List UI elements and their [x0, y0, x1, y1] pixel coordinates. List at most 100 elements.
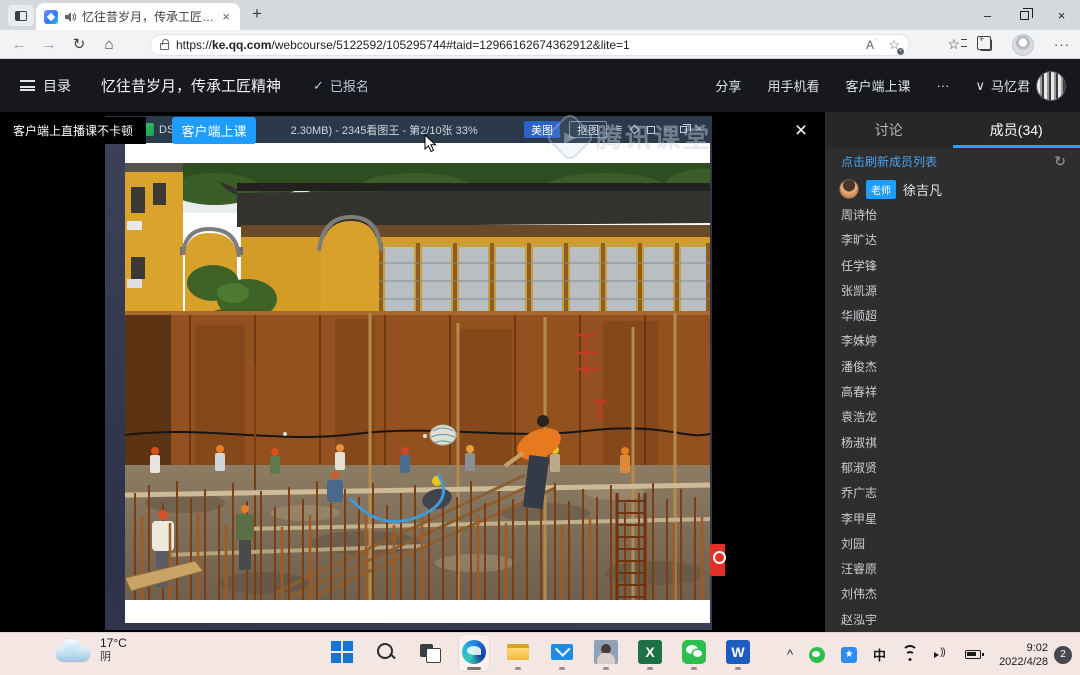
task-view-button[interactable]: [415, 635, 445, 671]
lock-icon: [160, 43, 169, 50]
member-name: 张凯源: [841, 284, 877, 298]
toolbar-right: ☆ ···: [947, 30, 1070, 59]
start-button[interactable]: [327, 635, 357, 671]
shared-screen-window: DSC003 2.30MB) - 2345看图王 - 第2/10张 33% 美图…: [105, 116, 712, 630]
course-title: 忆往昔岁月，传承工匠精神: [101, 75, 281, 96]
refresh-button[interactable]: ↻: [64, 35, 94, 53]
window-close-button[interactable]: ×: [1043, 0, 1080, 30]
tray-star-app-icon[interactable]: ★: [841, 647, 857, 663]
file-explorer-icon: [506, 640, 530, 664]
member-row: 周诗怡: [841, 203, 1080, 228]
tab-audio-icon[interactable]: [64, 11, 76, 23]
forward-button[interactable]: →: [34, 36, 64, 53]
member-panel: 讨论 成员(34) 点击刷新成员列表 ↻ 老师 徐吉凡 周诗怡李旷达任学锋张凯源…: [825, 112, 1080, 632]
chevron-down-icon: ∨: [975, 78, 985, 94]
viewer-tools-icon[interactable]: [630, 125, 640, 135]
url-text[interactable]: https://ke.qq.com/webcourse/5122592/1052…: [176, 38, 859, 52]
volume-icon[interactable]: [934, 649, 949, 661]
user-avatar: [1036, 71, 1066, 101]
taskbar-wechat[interactable]: [679, 635, 709, 671]
browser-toolbar: ← → ↻ ⌂ https://ke.qq.com/webcourse/5122…: [0, 30, 1080, 59]
member-row: 汪睿原: [841, 557, 1080, 582]
restore-icon: [1020, 11, 1029, 20]
member-name: 华顺超: [841, 309, 877, 323]
refresh-icon[interactable]: ↻: [1054, 153, 1066, 170]
battery-icon[interactable]: [965, 650, 981, 659]
member-name: 潘俊杰: [841, 360, 877, 374]
photos-icon: [594, 640, 618, 664]
taskbar-mail[interactable]: [547, 635, 577, 671]
member-name: 刘园: [841, 537, 865, 551]
search-button[interactable]: [371, 635, 401, 671]
browser-profile-avatar[interactable]: [1012, 34, 1034, 56]
catalog-label[interactable]: 目录: [43, 76, 71, 96]
taskbar-photos[interactable]: [591, 635, 621, 671]
window-restore-button[interactable]: [1006, 0, 1043, 30]
client-class-button[interactable]: 客户端上课: [845, 76, 910, 95]
read-aloud-icon[interactable]: Aʾ: [866, 38, 876, 52]
taskbar-word[interactable]: W: [723, 635, 753, 671]
window-controls: – ×: [969, 0, 1080, 30]
tab-actions-button[interactable]: [8, 5, 34, 26]
koutu-button[interactable]: 抠图: [569, 121, 607, 138]
mail-icon: [550, 640, 574, 664]
enrolled-label: 已报名: [330, 76, 369, 95]
refresh-members-link[interactable]: 点击刷新成员列表: [841, 153, 937, 170]
word-icon: W: [726, 640, 750, 664]
favorites-bar-icon[interactable]: ☆: [947, 36, 960, 53]
back-button[interactable]: ←: [4, 36, 34, 53]
viewer-fullscreen-icon[interactable]: [647, 126, 655, 134]
favorite-add-icon[interactable]: ☆•: [888, 37, 900, 53]
collections-icon[interactable]: [980, 39, 992, 51]
member-row: 刘伟杰: [841, 582, 1080, 607]
member-name: 任学锋: [841, 259, 877, 273]
catalog-menu-icon[interactable]: [20, 80, 35, 91]
member-row-teacher: 老师 徐吉凡: [825, 175, 1080, 203]
viewer-menu-icon[interactable]: ≡: [616, 116, 622, 143]
tray-expand-icon[interactable]: ^: [787, 647, 793, 662]
header-more-icon[interactable]: ···: [936, 78, 949, 93]
floating-red-badge[interactable]: [710, 544, 725, 576]
url-bar[interactable]: https://ke.qq.com/webcourse/5122592/1052…: [150, 34, 910, 56]
member-row: 张凯源: [841, 279, 1080, 304]
watch-on-phone-button[interactable]: 用手机看: [767, 76, 819, 95]
member-row: 乔广志: [841, 481, 1080, 506]
member-name: 高春祥: [841, 385, 877, 399]
tab-close-icon[interactable]: ×: [220, 9, 232, 24]
tray-wechat-icon[interactable]: [809, 647, 825, 663]
member-row: 袁浩龙: [841, 405, 1080, 430]
viewer-minimize-icon[interactable]: –: [664, 116, 670, 143]
ime-indicator[interactable]: 中: [873, 645, 886, 664]
new-tab-button[interactable]: +: [252, 4, 262, 24]
member-row: 李姝婷: [841, 329, 1080, 354]
check-icon: ✓: [313, 78, 324, 94]
window-minimize-button[interactable]: –: [969, 0, 1006, 30]
home-button[interactable]: ⌂: [94, 36, 124, 53]
tab-discussion[interactable]: 讨论: [825, 112, 953, 148]
browser-menu-icon[interactable]: ···: [1054, 37, 1070, 52]
taskbar-excel[interactable]: X: [635, 635, 665, 671]
viewer-close-icon[interactable]: ×: [696, 116, 702, 143]
viewer-restore-icon[interactable]: [680, 126, 687, 133]
notification-badge[interactable]: 2: [1054, 646, 1072, 664]
clock[interactable]: 9:02 2022/4/28: [999, 641, 1048, 669]
browser-tab[interactable]: 忆往昔岁月，传承工匠精神 ×: [36, 3, 240, 30]
tab-members[interactable]: 成员(34): [953, 112, 1080, 148]
client-class-cta-button[interactable]: 客户端上课: [172, 117, 256, 144]
teacher-badge: 老师: [866, 180, 896, 199]
member-name: 杨淑祺: [841, 436, 877, 450]
member-name: 李甲星: [841, 512, 877, 526]
taskbar-edge[interactable]: [459, 635, 489, 671]
browser-tabstrip: 忆往昔岁月，传承工匠精神 × + – ×: [0, 0, 1080, 30]
user-menu[interactable]: ∨ 马忆君: [975, 71, 1066, 101]
mouse-cursor: [424, 134, 439, 154]
video-player[interactable]: DSC003 2.30MB) - 2345看图王 - 第2/10张 33% 美图…: [0, 112, 825, 632]
tray-time: 9:02: [1027, 642, 1048, 654]
wifi-icon[interactable]: [902, 649, 918, 661]
system-tray: ^ ★ 中 9:02 2022/4/28 2: [779, 633, 1080, 675]
meitu-button[interactable]: 美图: [524, 121, 560, 138]
promo-close-icon[interactable]: ×: [788, 118, 814, 144]
construction-photo: [125, 163, 710, 600]
share-button[interactable]: 分享: [715, 76, 741, 95]
taskbar-file-explorer[interactable]: [503, 635, 533, 671]
